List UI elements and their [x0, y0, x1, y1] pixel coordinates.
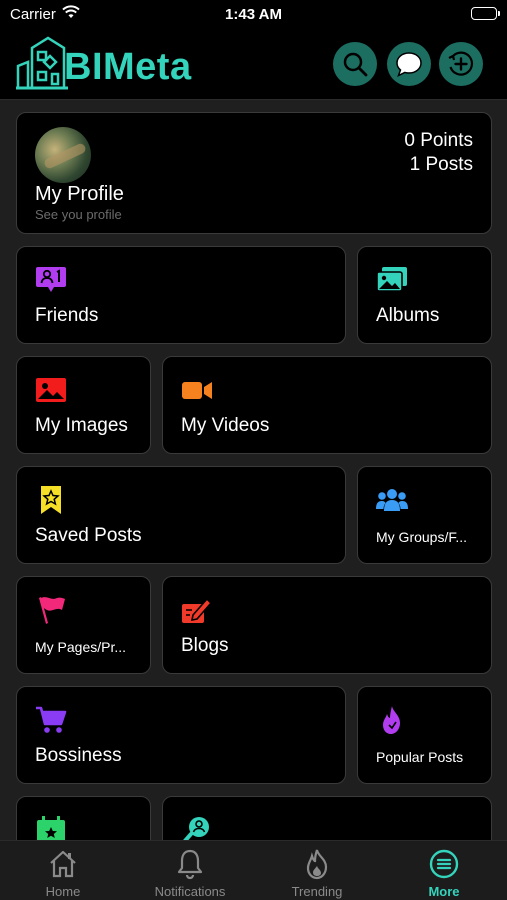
blog-edit-icon — [182, 597, 213, 623]
calendar-star-icon — [37, 816, 65, 840]
blogs-card[interactable]: Blogs — [162, 576, 492, 674]
image-icon — [36, 378, 66, 402]
app-header: BIMeta — [0, 30, 507, 98]
my-images-card[interactable]: My Images — [16, 356, 151, 454]
popular-posts-label: Popular Posts — [376, 749, 464, 765]
tab-more-label: More — [428, 884, 460, 899]
saved-posts-card[interactable]: Saved Posts — [16, 466, 346, 564]
cart-icon — [36, 706, 67, 733]
my-videos-label: My Videos — [181, 415, 270, 436]
status-bar: Carrier 1:43 AM — [0, 0, 507, 30]
saved-posts-label: Saved Posts — [35, 525, 142, 546]
building-logo-icon — [16, 36, 68, 90]
avatar — [35, 127, 91, 183]
tab-notifications-label: Notifications — [154, 884, 226, 899]
bossiness-label: Bossiness — [35, 745, 122, 766]
friends-label: Friends — [35, 305, 99, 326]
create-post-button[interactable] — [439, 42, 483, 86]
add-post-icon — [448, 51, 474, 76]
events-card[interactable] — [16, 796, 151, 840]
profile-stats: 0 Points 1 Posts — [404, 129, 473, 177]
bookmark-star-icon — [41, 486, 61, 514]
battery-icon — [471, 7, 500, 20]
friends-icon — [36, 267, 66, 292]
search-icon — [343, 52, 368, 77]
profile-card[interactable]: My Profile See you profile 0 Points 1 Po… — [16, 112, 492, 234]
bossiness-card[interactable]: Bossiness — [16, 686, 346, 784]
tab-more[interactable]: More — [381, 841, 507, 900]
bell-icon — [177, 849, 203, 880]
search-user-icon — [183, 817, 209, 840]
posts-count: 1 Posts — [409, 154, 473, 175]
app-logo: BIMeta — [14, 36, 194, 92]
albums-icon — [376, 267, 407, 292]
flag-icon — [39, 597, 65, 624]
logo-text: BIMeta — [64, 46, 192, 88]
tab-home[interactable]: Home — [0, 841, 126, 900]
albums-label: Albums — [376, 305, 440, 326]
my-pages-card[interactable]: My Pages/Pr... — [16, 576, 151, 674]
groups-icon — [376, 489, 408, 511]
messages-button[interactable] — [387, 42, 431, 86]
home-icon — [50, 850, 76, 878]
clock: 1:43 AM — [225, 6, 282, 23]
points-count: 0 Points — [404, 130, 473, 151]
tab-home-label: Home — [45, 884, 81, 899]
my-pages-label: My Pages/Pr... — [35, 639, 127, 655]
flame-icon — [383, 706, 400, 734]
profile-name: My Profile — [35, 183, 124, 205]
tab-notifications[interactable]: Notifications — [127, 841, 253, 900]
more-icon — [429, 849, 459, 879]
video-camera-icon — [182, 382, 212, 399]
bottom-tab-bar: Home Notifications Trending More — [0, 840, 507, 900]
blogs-label: Blogs — [181, 635, 229, 656]
my-groups-label: My Groups/F... — [376, 529, 468, 545]
more-menu-grid: My Profile See you profile 0 Points 1 Po… — [0, 100, 507, 840]
find-friends-card[interactable] — [162, 796, 492, 840]
popular-posts-card[interactable]: Popular Posts — [357, 686, 492, 784]
tab-trending-label: Trending — [291, 884, 343, 899]
my-groups-card[interactable]: My Groups/F... — [357, 466, 492, 564]
albums-card[interactable]: Albums — [357, 246, 492, 344]
profile-subtitle: See you profile — [35, 207, 122, 222]
friends-card[interactable]: Friends — [16, 246, 346, 344]
my-videos-card[interactable]: My Videos — [162, 356, 492, 454]
chat-bubble-icon — [396, 52, 422, 77]
tab-trending[interactable]: Trending — [254, 841, 380, 900]
flame-icon — [306, 849, 328, 880]
my-images-label: My Images — [35, 415, 128, 436]
search-button[interactable] — [333, 42, 377, 86]
